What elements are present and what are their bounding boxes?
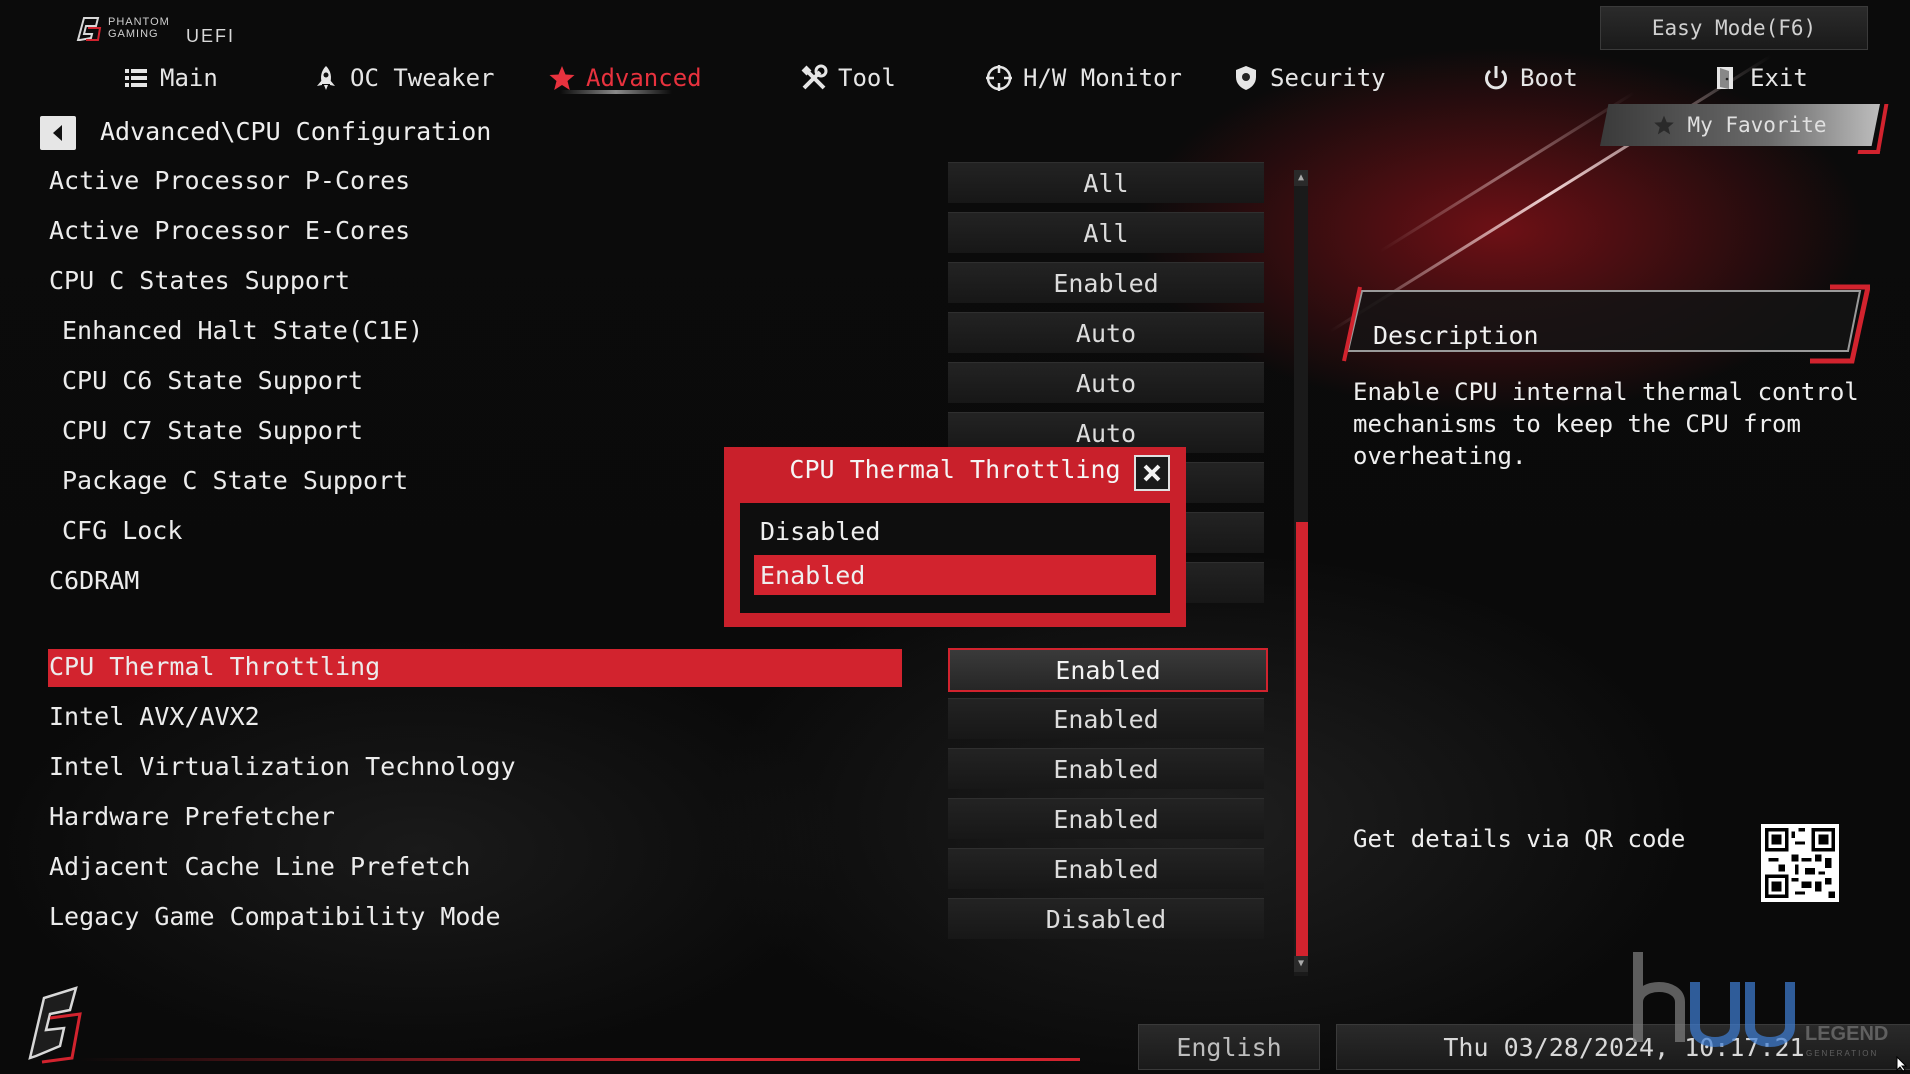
setting-value-selected[interactable]: Enabled (948, 648, 1268, 692)
qr-label: Get details via QR code (1353, 825, 1686, 853)
star-icon (1654, 115, 1675, 135)
qr-code-icon (1765, 828, 1835, 898)
tab-exit[interactable]: Exit (1712, 58, 1808, 98)
phantom-gaming-emblem (28, 986, 82, 1064)
setting-value[interactable]: Auto (948, 312, 1264, 353)
pg-logo-icon (76, 17, 102, 41)
setting-value[interactable]: Enabled (948, 748, 1264, 789)
setting-label[interactable]: Package C State Support (62, 466, 408, 495)
setting-label[interactable]: Adjacent Cache Line Prefetch (49, 852, 470, 881)
setting-value[interactable]: Auto (948, 362, 1264, 403)
svg-text:GENERATION: GENERATION (1806, 1049, 1878, 1058)
setting-label-selected[interactable]: CPU Thermal Throttling (49, 652, 380, 681)
mouse-cursor-icon (1896, 1056, 1908, 1072)
rocket-icon (317, 66, 335, 90)
scrollbar-thumb[interactable] (1296, 522, 1308, 956)
setting-label[interactable]: Legacy Game Compatibility Mode (49, 902, 501, 931)
option-disabled[interactable]: Disabled (754, 511, 1156, 551)
setting-value[interactable]: Disabled (948, 898, 1264, 939)
popup-options: Disabled Enabled (740, 503, 1170, 613)
phantom-gaming-logo: PHANTOM GAMING UEFI (74, 14, 244, 48)
scroll-down-arrow[interactable]: ▼ (1294, 956, 1308, 972)
setting-label[interactable]: Active Processor E-Cores (49, 216, 410, 245)
setting-value[interactable]: Enabled (948, 798, 1264, 839)
setting-label[interactable]: Intel Virtualization Technology (49, 752, 516, 781)
tab-tool[interactable]: Tool (800, 58, 896, 98)
uefi-label: UEFI (186, 26, 236, 46)
close-button[interactable] (1134, 455, 1170, 491)
active-tab-indicator (560, 90, 672, 94)
breadcrumb: Advanced\CPU Configuration (100, 117, 492, 146)
crosshair-icon (986, 65, 1012, 91)
easy-mode-button[interactable]: Easy Mode(F6) (1600, 6, 1868, 50)
setting-label[interactable]: Intel AVX/AVX2 (49, 702, 260, 731)
main-nav: Main OC Tweaker Advanced Tool H/W Monito… (0, 52, 1910, 102)
my-favorite-button[interactable]: My Favorite (1600, 104, 1880, 146)
tab-boot[interactable]: Boot (1482, 58, 1578, 98)
description-text: Enable CPU internal thermal control mech… (1353, 378, 1859, 470)
svg-text:LEGEND: LEGEND (1805, 1023, 1888, 1045)
setting-value[interactable]: All (948, 162, 1264, 203)
tab-hw-monitor[interactable]: H/W Monitor (985, 58, 1182, 98)
footer-accent-line (80, 1058, 1080, 1061)
exit-door-icon (1717, 67, 1733, 89)
power-icon (1485, 66, 1507, 90)
shield-icon (1236, 66, 1256, 90)
scroll-up-arrow[interactable]: ▲ (1294, 170, 1308, 186)
description-title: Description (1373, 321, 1539, 350)
list-icon (125, 69, 147, 87)
close-icon (1143, 464, 1161, 482)
tab-main[interactable]: Main (122, 58, 218, 98)
tools-icon (801, 64, 828, 90)
setting-label[interactable]: Enhanced Halt State(C1E) (62, 316, 423, 345)
setting-label[interactable]: Active Processor P-Cores (49, 166, 410, 195)
language-button[interactable]: English (1138, 1024, 1320, 1070)
setting-label[interactable]: CPU C States Support (49, 266, 350, 295)
setting-value[interactable]: Enabled (948, 262, 1264, 303)
setting-value[interactable]: Enabled (948, 848, 1264, 889)
setting-label[interactable]: CPU C7 State Support (62, 416, 363, 445)
qr-code (1761, 824, 1839, 902)
setting-value[interactable]: All (948, 212, 1264, 253)
star-icon (549, 66, 575, 90)
tab-security[interactable]: Security (1232, 58, 1386, 98)
brand-text: PHANTOM GAMING (108, 16, 170, 40)
setting-label[interactable]: CPU C6 State Support (62, 366, 363, 395)
legend-watermark: LEGEND GENERATION (1633, 952, 1888, 1058)
back-button[interactable] (40, 116, 76, 150)
setting-label[interactable]: CFG Lock (62, 516, 182, 545)
arrow-left-icon (53, 125, 62, 141)
option-popup: CPU Thermal Throttling Disabled Enabled (724, 447, 1186, 627)
popup-title: CPU Thermal Throttling (789, 455, 1121, 484)
setting-label[interactable]: Hardware Prefetcher (49, 802, 335, 831)
setting-label[interactable]: C6DRAM (49, 566, 139, 595)
option-enabled[interactable]: Enabled (754, 555, 1156, 595)
setting-value[interactable]: Enabled (948, 698, 1264, 739)
tab-oc-tweaker[interactable]: OC Tweaker (312, 58, 495, 98)
